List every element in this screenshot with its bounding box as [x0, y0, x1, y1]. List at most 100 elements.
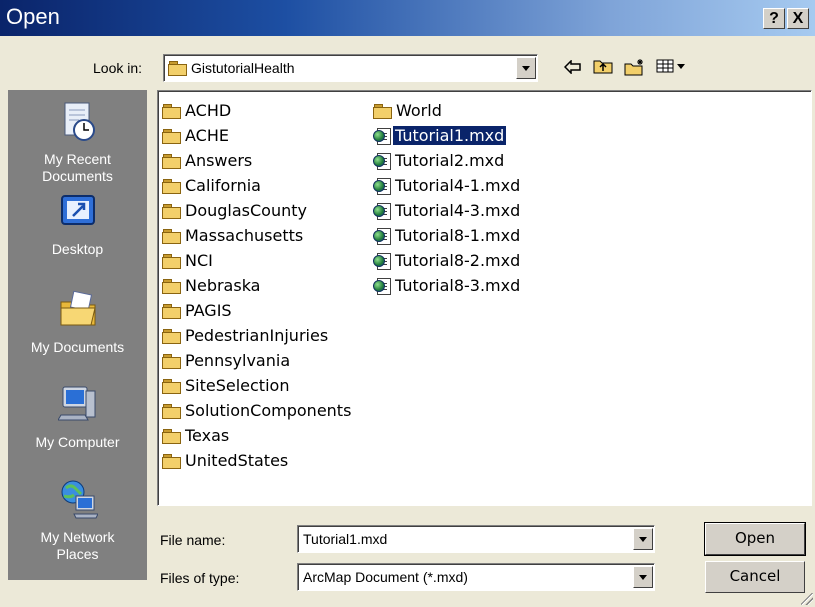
- list-item-mxd-selected[interactable]: Tutorial1.mxd: [373, 124, 508, 146]
- place-label-line2: Documents: [42, 168, 113, 184]
- look-in-value: GistutorialHealth: [191, 60, 295, 76]
- back-arrow-icon[interactable]: [562, 58, 584, 80]
- list-item-label: California: [185, 175, 261, 195]
- list-item-label: DouglasCounty: [185, 200, 307, 220]
- look-in-label: Look in:: [93, 60, 143, 76]
- network-places-icon: [8, 478, 147, 525]
- list-item-label: UnitedStates: [185, 450, 289, 470]
- folder-icon: [168, 61, 187, 76]
- folder-icon: [162, 328, 181, 344]
- folder-icon: [162, 103, 181, 119]
- list-item-folder[interactable]: California: [162, 175, 263, 195]
- list-item-folder[interactable]: Answers: [162, 150, 254, 170]
- cancel-button[interactable]: Cancel: [705, 561, 805, 593]
- place-label: My Computer: [35, 434, 120, 450]
- open-dialog: Open ? X Look in: GistutorialHealth My R…: [0, 0, 815, 607]
- arcmap-document-icon: [373, 202, 391, 220]
- list-item-label: Texas: [185, 425, 230, 445]
- desktop-icon: [8, 190, 147, 237]
- folder-icon: [162, 303, 181, 319]
- list-item-folder[interactable]: SolutionComponents: [162, 400, 353, 420]
- file-type-label: Files of type:: [160, 570, 240, 586]
- place-label: My Network: [40, 529, 115, 545]
- folder-icon: [162, 403, 181, 419]
- list-item-mxd[interactable]: Tutorial8-1.mxd: [373, 225, 522, 245]
- folder-icon: [162, 128, 181, 144]
- view-menu-icon[interactable]: [655, 58, 687, 80]
- folder-icon: [373, 103, 392, 119]
- help-button[interactable]: ?: [763, 8, 785, 29]
- file-type-dropdown-button[interactable]: [633, 566, 653, 588]
- arcmap-document-icon: [373, 177, 391, 195]
- list-item-label: SiteSelection: [185, 375, 290, 395]
- window-title: Open: [6, 4, 60, 29]
- list-item-folder[interactable]: Texas: [162, 425, 231, 445]
- list-item-label: Tutorial2.mxd: [395, 150, 505, 170]
- list-item-folder[interactable]: SiteSelection: [162, 375, 291, 395]
- list-item-folder[interactable]: World: [373, 100, 444, 120]
- look-in-dropdown-button[interactable]: [516, 57, 536, 79]
- list-item-folder[interactable]: Pennsylvania: [162, 350, 292, 370]
- list-item-label: Tutorial8-2.mxd: [395, 250, 521, 270]
- list-item-label: NCI: [185, 250, 213, 270]
- folder-icon: [162, 378, 181, 394]
- file-type-combo[interactable]: ArcMap Document (*.mxd): [297, 563, 655, 591]
- resize-grip-icon[interactable]: [801, 593, 813, 605]
- list-item-label: Tutorial4-3.mxd: [395, 200, 521, 220]
- arcmap-document-icon: [373, 152, 391, 170]
- list-item-mxd[interactable]: Tutorial4-3.mxd: [373, 200, 522, 220]
- file-list[interactable]: ACHD ACHE Answers California DouglasCoun…: [157, 90, 812, 506]
- arcmap-document-icon: [373, 127, 391, 145]
- list-item-mxd[interactable]: Tutorial2.mxd: [373, 150, 506, 170]
- list-item-label: World: [396, 100, 442, 120]
- folder-icon: [162, 153, 181, 169]
- places-bar: My Recent Documents Desktop My Documents…: [8, 90, 147, 580]
- list-item-folder[interactable]: PedestrianInjuries: [162, 325, 330, 345]
- list-item-mxd[interactable]: Tutorial4-1.mxd: [373, 175, 522, 195]
- folder-icon: [162, 228, 181, 244]
- list-item-label: PAGIS: [185, 300, 232, 320]
- open-button[interactable]: Open: [704, 522, 806, 556]
- place-label: Desktop: [51, 241, 104, 257]
- arcmap-document-icon: [373, 227, 391, 245]
- list-item-label: Answers: [185, 150, 253, 170]
- folder-icon: [162, 203, 181, 219]
- list-item-label: Tutorial8-3.mxd: [395, 275, 521, 295]
- list-item-label: SolutionComponents: [185, 400, 352, 420]
- place-label-line2: Places: [56, 546, 99, 562]
- place-my-network-places[interactable]: My Network Places: [8, 478, 147, 563]
- list-item-label: ACHD: [185, 100, 232, 120]
- list-item-label: Nebraska: [185, 275, 261, 295]
- list-item-folder[interactable]: UnitedStates: [162, 450, 290, 470]
- arcmap-document-icon: [373, 252, 391, 270]
- new-folder-icon[interactable]: [624, 58, 646, 80]
- list-item-folder[interactable]: Massachusetts: [162, 225, 305, 245]
- file-name-dropdown-button[interactable]: [633, 528, 653, 550]
- folder-icon: [162, 428, 181, 444]
- folder-icon: [162, 453, 181, 469]
- list-item-folder[interactable]: PAGIS: [162, 300, 234, 320]
- up-one-level-icon[interactable]: [592, 58, 614, 80]
- list-item-folder[interactable]: DouglasCounty: [162, 200, 309, 220]
- place-desktop[interactable]: Desktop: [8, 190, 147, 258]
- place-my-recent-documents[interactable]: My Recent Documents: [8, 100, 147, 185]
- place-my-documents[interactable]: My Documents: [8, 288, 147, 356]
- folder-icon: [162, 253, 181, 269]
- list-item-folder[interactable]: ACHD: [162, 100, 233, 120]
- list-item-folder[interactable]: Nebraska: [162, 275, 262, 295]
- file-name-combo[interactable]: Tutorial1.mxd: [297, 525, 655, 553]
- my-documents-icon: [8, 288, 147, 335]
- place-my-computer[interactable]: My Computer: [8, 383, 147, 451]
- list-item-mxd[interactable]: Tutorial8-3.mxd: [373, 275, 522, 295]
- list-item-label: Tutorial1.mxd: [391, 124, 508, 146]
- list-item-label: Tutorial8-1.mxd: [395, 225, 521, 245]
- list-item-folder[interactable]: ACHE: [162, 125, 231, 145]
- look-in-combo[interactable]: GistutorialHealth: [163, 54, 538, 82]
- list-item-label: PedestrianInjuries: [185, 325, 329, 345]
- close-button[interactable]: X: [787, 8, 809, 29]
- title-bar[interactable]: Open ? X: [0, 0, 815, 36]
- recent-documents-icon: [8, 100, 147, 147]
- list-item-mxd[interactable]: Tutorial8-2.mxd: [373, 250, 522, 270]
- file-type-value: ArcMap Document (*.mxd): [303, 569, 468, 585]
- list-item-folder[interactable]: NCI: [162, 250, 215, 270]
